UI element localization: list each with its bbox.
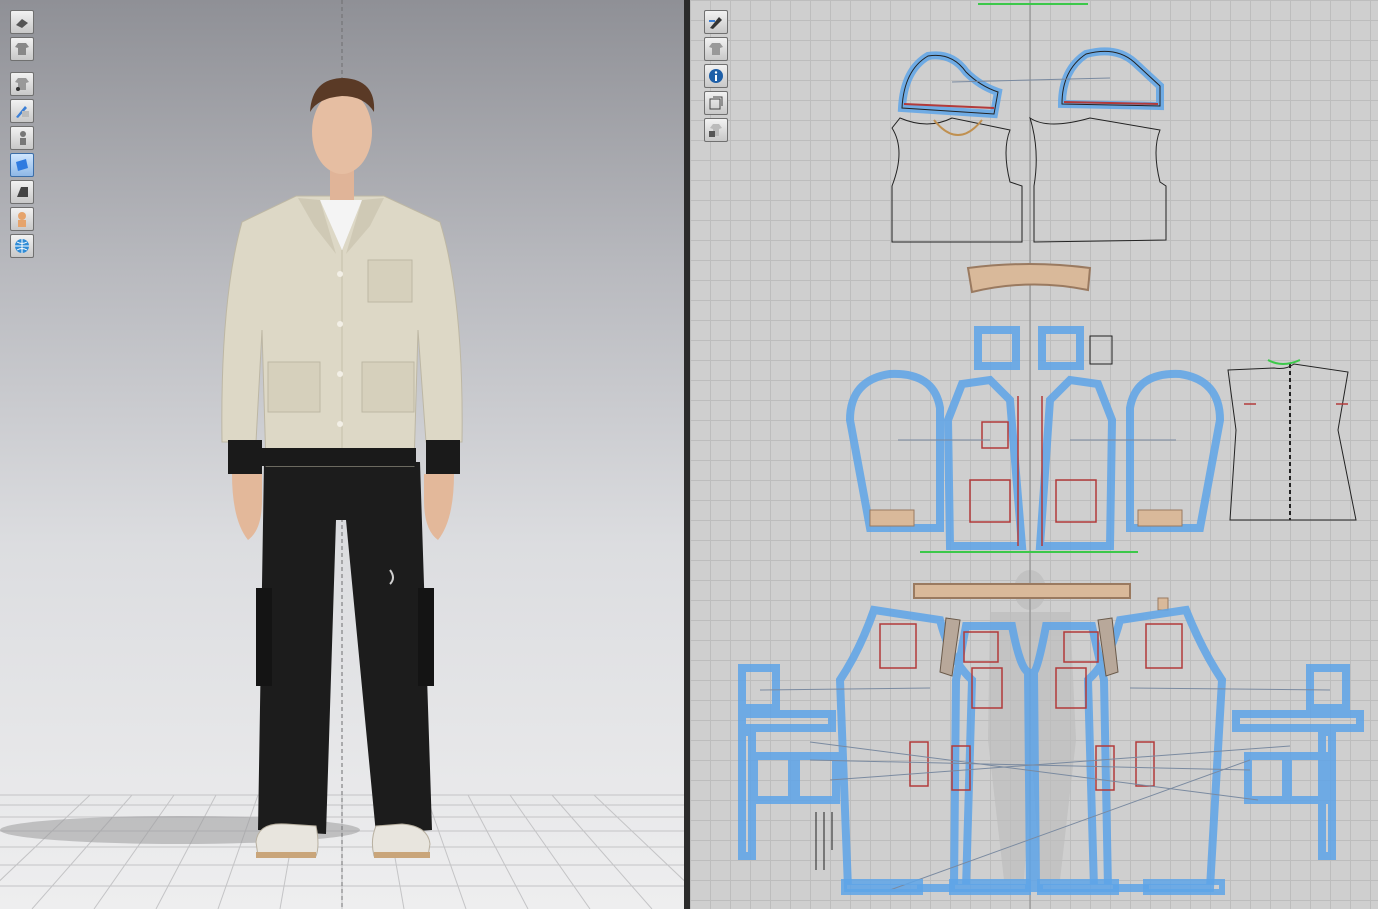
3d-viewport[interactable] [0, 0, 684, 909]
trousers[interactable] [256, 462, 434, 834]
waistband-piece[interactable] [913, 583, 1169, 611]
jacket-pieces[interactable] [845, 326, 1357, 553]
hood-pieces[interactable] [897, 47, 1164, 119]
fabric-render-icon[interactable] [10, 153, 34, 177]
3d-scene [0, 0, 684, 909]
shading-icon[interactable] [10, 180, 34, 204]
pattern-pen-icon[interactable] [704, 10, 728, 34]
2d-pattern-viewport[interactable] [690, 0, 1378, 909]
3d-toolbar [10, 10, 34, 258]
pattern-canvas [738, 0, 1364, 909]
skin-icon[interactable] [10, 207, 34, 231]
garment-display-icon[interactable] [10, 10, 34, 34]
show-garment-icon[interactable] [10, 37, 34, 61]
avatar-display-icon[interactable] [10, 126, 34, 150]
texture-brush-icon[interactable] [10, 99, 34, 123]
show-avatar-garment-icon[interactable] [10, 72, 34, 96]
shirt-pieces[interactable] [891, 116, 1167, 243]
avatar-head [310, 78, 375, 200]
2d-toolbar [704, 10, 728, 142]
environment-globe-icon[interactable] [10, 234, 34, 258]
lock-garment-icon[interactable] [704, 118, 728, 142]
info-icon[interactable] [704, 64, 728, 88]
jacket[interactable] [221, 195, 463, 474]
show-2d-garment-icon[interactable] [704, 37, 728, 61]
pattern-outline-icon[interactable] [704, 91, 728, 115]
collar-piece[interactable] [966, 263, 1092, 294]
